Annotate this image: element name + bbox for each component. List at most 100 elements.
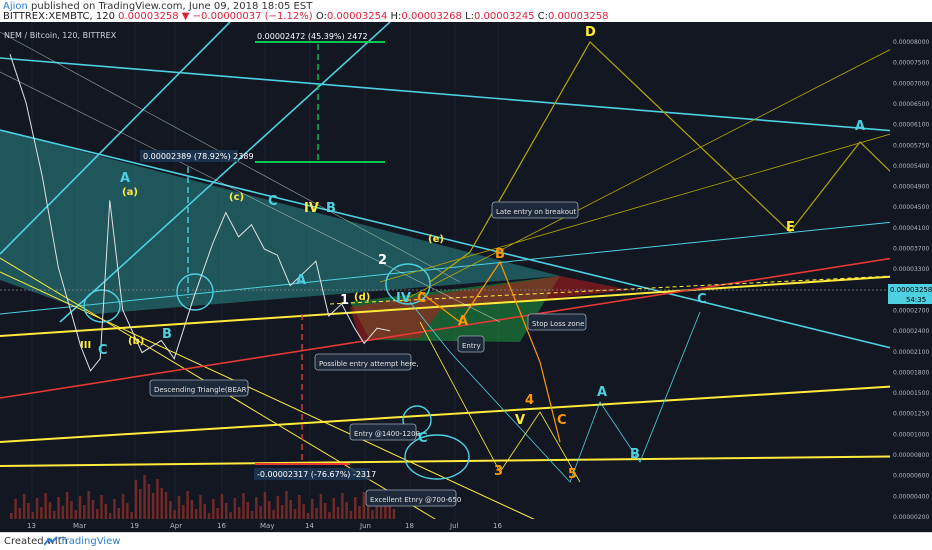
y-tick-label: 0.00000600 <box>893 473 929 480</box>
volume-bar <box>61 506 65 519</box>
wave-label: 1 <box>340 293 349 308</box>
y-tick-label: 0.00004900 <box>893 184 929 191</box>
volume-bar <box>186 491 189 519</box>
y-tick-label: 0.00003300 <box>893 266 929 273</box>
wave-label: 4 <box>525 393 534 408</box>
wave-label: A <box>855 119 865 134</box>
volume-bar <box>31 512 34 519</box>
volume-bar <box>207 513 211 519</box>
high-value: 0.00003268 <box>401 11 462 22</box>
y-tick-label: 0.00005400 <box>893 163 929 170</box>
x-tick-label: 19 <box>130 522 139 530</box>
volume-bar <box>100 495 103 519</box>
wave-label: (c) <box>229 192 244 203</box>
wave-label: B <box>162 327 172 342</box>
wave-label: IV <box>396 291 411 306</box>
wave-label: III <box>80 340 91 351</box>
volume-bar <box>134 480 138 519</box>
y-tick-label: 0.00006500 <box>893 101 929 108</box>
volume-bar <box>349 511 353 519</box>
measure-label: -0.00002317 (-76.67%) -2317 <box>257 470 376 479</box>
wave-label: (d) <box>354 292 370 303</box>
wave-label: D <box>585 25 596 40</box>
annotation-text: Descending Triangle(BEAR) <box>154 386 250 394</box>
volume-bar <box>44 493 47 519</box>
volume-bar <box>126 503 129 519</box>
volume-bar <box>392 509 396 519</box>
countdown-text: 54:35 <box>906 296 926 304</box>
measure-label: 0.00002472 (45.39%) 2472 <box>257 32 368 41</box>
x-tick-label: 13 <box>27 522 36 530</box>
volume-bar <box>48 502 52 519</box>
tradingview-logo-icon <box>44 537 58 546</box>
volume-bar <box>53 511 56 519</box>
volume-bar <box>354 497 357 519</box>
wave-label: C <box>268 194 278 209</box>
volume-bar <box>276 496 280 519</box>
chart-canvas[interactable]: 0.00002472 (45.39%) 2472 0.00002389 (78.… <box>0 22 932 532</box>
volume-bar <box>203 504 206 519</box>
volume-bar <box>285 491 288 519</box>
y-tick-label: 0.00008000 <box>893 39 929 46</box>
footer-bar: Created with TradingView <box>0 532 932 550</box>
low-value: 0.00003245 <box>474 11 535 22</box>
chart-title: NEM / Bitcoin, 120, BITTREX <box>4 31 117 40</box>
wave-label: (a) <box>122 187 138 198</box>
volume-bar <box>225 503 228 519</box>
volume-bar <box>289 500 292 519</box>
last-price-tag-text: 0.00003258 <box>890 286 932 294</box>
volume-bar <box>293 509 297 519</box>
wave-label: C <box>557 413 567 428</box>
annotation-text: Stop Loss zone <box>532 320 584 328</box>
y-tick-label: 0.00001500 <box>893 390 929 397</box>
x-tick-label: 16 <box>217 522 226 530</box>
x-tick-label: Mar <box>73 522 86 530</box>
volume-bar <box>169 501 172 519</box>
y-tick-label: 0.00006100 <box>893 122 929 129</box>
wave-label: (e) <box>428 234 444 245</box>
volume-bar <box>255 497 258 519</box>
volume-bar <box>268 501 271 519</box>
y-tick-label: 0.00000400 <box>893 493 929 500</box>
wave-label: 2 <box>378 253 387 268</box>
wave-label: 3 <box>494 464 503 479</box>
volume-bar <box>156 479 159 519</box>
volume-bar <box>332 498 335 519</box>
y-tick-label: 0.00002700 <box>893 307 929 314</box>
volume-bar <box>177 496 181 519</box>
volume-bar <box>298 495 301 519</box>
wave-label: B <box>495 247 505 262</box>
wave-label: A <box>296 273 306 288</box>
volume-bar <box>10 513 13 519</box>
symbol-label: BITTREX:XEMBTC, 120 <box>3 11 115 22</box>
y-tick-label: 0.00001250 <box>893 411 929 418</box>
volume-bar <box>113 499 116 519</box>
open-value: 0.00003254 <box>326 11 388 22</box>
wave-label: A <box>458 314 468 329</box>
volume-bar <box>35 498 39 519</box>
y-tick-label: 0.00004500 <box>893 204 929 211</box>
volume-bar <box>272 510 275 519</box>
volume-bar <box>336 507 340 519</box>
close-value: 0.00003258 <box>548 11 609 22</box>
annotation-text: Late entry on breakout <box>496 208 576 216</box>
volume-bar <box>345 502 348 519</box>
tradingview-link[interactable]: TradingView <box>60 536 120 547</box>
volume-bar <box>96 509 99 519</box>
wave-label: V <box>515 413 525 428</box>
volume-bar <box>78 496 82 519</box>
y-tick-label: 0.00007000 <box>893 80 929 87</box>
y-tick-label: 0.00007500 <box>893 60 929 67</box>
volume-bar <box>263 492 267 519</box>
price-change: −0.00000037 (−1.12%) <box>192 11 313 22</box>
volume-bar <box>74 510 77 519</box>
y-tick-label: 0.00002400 <box>893 328 929 335</box>
volume-bar <box>18 508 22 519</box>
volume-bar <box>40 507 43 519</box>
wave-label: IV <box>304 201 319 216</box>
volume-bar <box>229 512 232 519</box>
volume-bar <box>259 506 262 519</box>
y-tick-label: 0.00004100 <box>893 225 929 232</box>
volume-bar <box>319 494 323 519</box>
y-tick-label: 0.00005750 <box>893 142 929 149</box>
